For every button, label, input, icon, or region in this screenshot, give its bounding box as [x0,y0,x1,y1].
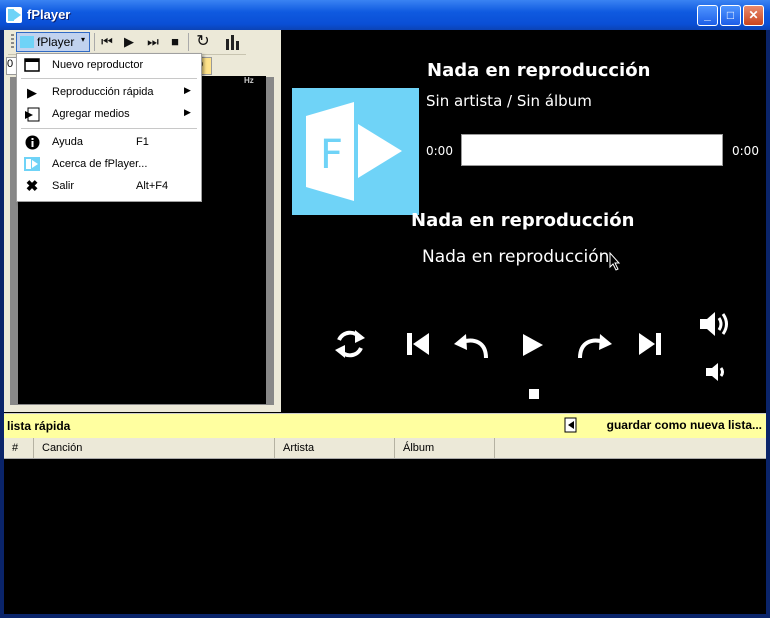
menu-item-add-media[interactable]: Agregar medios ▶ [18,104,200,125]
equalizer-icon[interactable] [224,34,242,50]
play-button[interactable] [521,332,545,358]
menu-item-label: Acerca de fPlayer... [52,158,148,170]
menu-separator [21,78,197,79]
menu-item-label: Nuevo reproductor [52,59,144,71]
toolbar-separator [94,33,95,51]
menu-item-about[interactable]: Acerca de fPlayer... [18,154,200,175]
info-icon [24,135,40,150]
window-title: fPlayer [27,7,71,22]
maximize-button[interactable]: □ [720,5,741,26]
close-button[interactable]: ✕ [743,5,764,26]
play-icon: ▶ [27,85,37,100]
svg-text:F: F [320,132,343,178]
playlist-header: # Canción Artista Álbum [4,438,766,459]
playlist-body[interactable] [4,459,766,614]
toolbar-separator [188,33,189,51]
chevron-down-icon: ▾ [81,35,86,44]
previous-button[interactable] [405,330,431,358]
playlist-bar: lista rápida guardar como nueva lista... [4,413,766,438]
fplayer-logo-icon: F [306,102,402,201]
next-icon[interactable]: ⏭ [144,34,162,50]
now-playing-title: Nada en reproducción [427,60,651,81]
fplayer-app-icon [6,7,22,23]
window-icon [24,58,40,73]
toolbar-grip[interactable] [11,34,14,50]
submenu-arrow-icon: ▶ [184,85,191,95]
menu-item-shortcut: F1 [136,136,149,148]
stop-icon[interactable]: ■ [166,34,184,50]
fplayer-icon [20,36,34,48]
menu-item-label: Agregar medios [52,108,130,120]
menu-item-help[interactable]: Ayuda F1 [18,132,200,153]
fplayer-menu-button[interactable]: fPlayer ▾ [16,32,90,52]
mouse-cursor-icon [609,252,621,271]
repeat-button[interactable] [333,326,367,362]
menu-item-label: Ayuda [52,136,83,148]
track-title-large: Nada en reproducción [411,210,635,231]
menu-item-label: Salir [52,180,75,192]
save-as-new-list-button[interactable]: guardar como nueva lista... [607,418,762,432]
menu-item-label: Reproducción rápida [52,86,154,98]
hz-label: Hz [244,76,254,85]
add-media-icon [24,107,40,122]
column-album[interactable]: Álbum [395,438,495,458]
menu-item-exit[interactable]: ✖ Salir Alt+F4 [18,176,200,197]
menu-item-new-player[interactable]: Nuevo reproductor [18,55,200,76]
playlist-name: lista rápida [7,419,71,433]
minimize-button[interactable]: _ [697,5,718,26]
menu-separator [21,128,197,129]
menu-item-quick-play[interactable]: ▶ Reproducción rápida ▶ [18,82,200,103]
repeat-icon[interactable]: ↻ [194,34,212,50]
total-time: 0:00 [732,144,759,158]
fplayer-icon [24,157,40,172]
app-window: fPlayer _ □ ✕ fPlayer ▾ ⏮ ▶ ⏭ ■ ↻ 0 Hz F… [0,0,770,618]
main-toolbar: fPlayer ▾ ⏮ ▶ ⏭ ■ ↻ [8,30,246,55]
volume-up-button[interactable] [698,308,734,340]
volume-down-button[interactable] [704,360,730,384]
play-icon[interactable]: ▶ [120,34,138,50]
submenu-arrow-icon: ▶ [184,107,191,117]
fast-forward-button[interactable] [576,330,614,360]
fplayer-menu-label: fPlayer [37,35,75,49]
close-x-icon: ✖ [25,178,39,195]
column-number[interactable]: # [4,438,34,458]
save-list-icon [564,417,577,433]
now-playing-artist-album: Sin artista / Sin álbum [426,92,592,110]
column-artist[interactable]: Artista [275,438,395,458]
track-subtitle-large: Nada en reproducción [422,247,610,267]
previous-icon[interactable]: ⏮ [98,34,116,50]
column-song[interactable]: Canción [34,438,275,458]
next-button[interactable] [637,330,663,358]
title-bar[interactable]: fPlayer _ □ ✕ [0,0,770,30]
rewind-button[interactable] [452,330,490,360]
menu-item-shortcut: Alt+F4 [136,180,169,192]
seek-bar[interactable] [461,134,723,166]
album-cover: F [292,88,419,215]
stop-button[interactable] [528,388,540,400]
equalizer-bars [226,35,239,50]
elapsed-time: 0:00 [426,144,453,158]
fplayer-dropdown-menu: Nuevo reproductor ▶ Reproducción rápida … [16,53,202,202]
